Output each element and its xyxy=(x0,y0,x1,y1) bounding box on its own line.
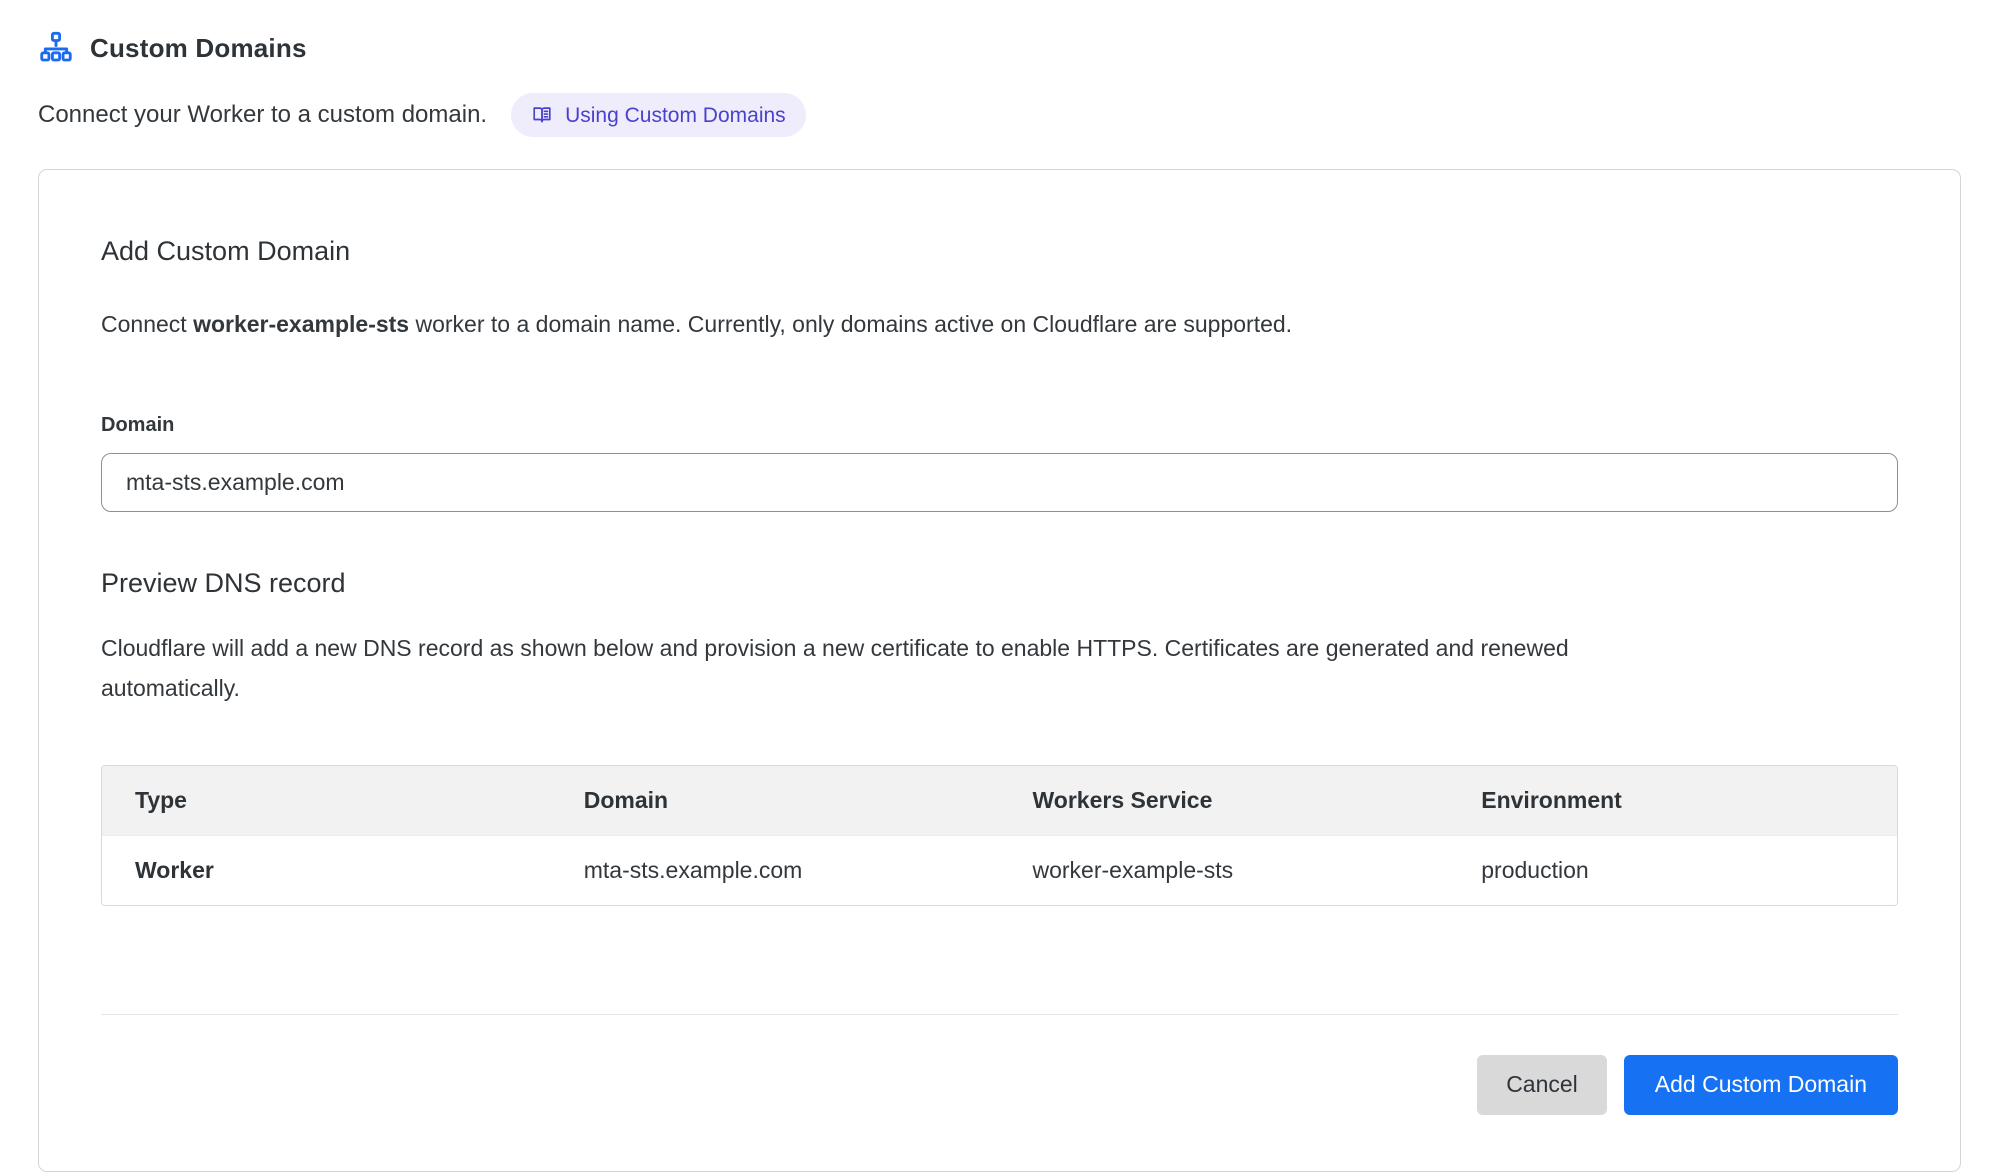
add-custom-domain-card: Add Custom Domain Connect worker-example… xyxy=(38,169,1961,1172)
column-header-environment: Environment xyxy=(1448,766,1897,836)
worker-name: worker-example-sts xyxy=(193,311,409,337)
domain-input[interactable] xyxy=(101,453,1898,512)
card-intro-text: Connect worker-example-sts worker to a d… xyxy=(101,308,1898,340)
cell-type: Worker xyxy=(102,835,551,905)
cell-workers-service: worker-example-sts xyxy=(1000,835,1449,905)
cell-environment: production xyxy=(1448,835,1897,905)
page-subtitle-row: Connect your Worker to a custom domain. … xyxy=(38,93,1961,137)
docs-link-badge[interactable]: Using Custom Domains xyxy=(511,93,806,137)
table-row: Worker mta-sts.example.com worker-exampl… xyxy=(102,835,1897,905)
footer-divider xyxy=(101,1014,1898,1015)
table-header-row: Type Domain Workers Service Environment xyxy=(102,766,1897,836)
intro-suffix: worker to a domain name. Currently, only… xyxy=(409,311,1292,337)
cell-domain: mta-sts.example.com xyxy=(551,835,1000,905)
column-header-type: Type xyxy=(102,766,551,836)
page-title: Custom Domains xyxy=(90,33,307,64)
footer-actions: Cancel Add Custom Domain xyxy=(101,1055,1898,1115)
column-header-domain: Domain xyxy=(551,766,1000,836)
preview-dns-description: Cloudflare will add a new DNS record as … xyxy=(101,629,1601,709)
custom-domains-page: Custom Domains Connect your Worker to a … xyxy=(0,0,1999,1172)
cancel-button[interactable]: Cancel xyxy=(1477,1055,1607,1115)
open-book-icon xyxy=(531,104,553,126)
preview-dns-heading: Preview DNS record xyxy=(101,568,1898,599)
domain-field-label: Domain xyxy=(101,414,1898,437)
add-custom-domain-button[interactable]: Add Custom Domain xyxy=(1624,1055,1898,1115)
page-subtitle: Connect your Worker to a custom domain. xyxy=(38,101,487,129)
column-header-workers-service: Workers Service xyxy=(1000,766,1449,836)
intro-prefix: Connect xyxy=(101,311,193,337)
card-heading: Add Custom Domain xyxy=(101,236,1898,267)
page-header: Custom Domains xyxy=(38,30,1961,66)
docs-link-label: Using Custom Domains xyxy=(565,105,786,126)
dns-preview-table: Type Domain Workers Service Environment … xyxy=(101,765,1898,906)
sitemap-icon xyxy=(38,30,74,66)
